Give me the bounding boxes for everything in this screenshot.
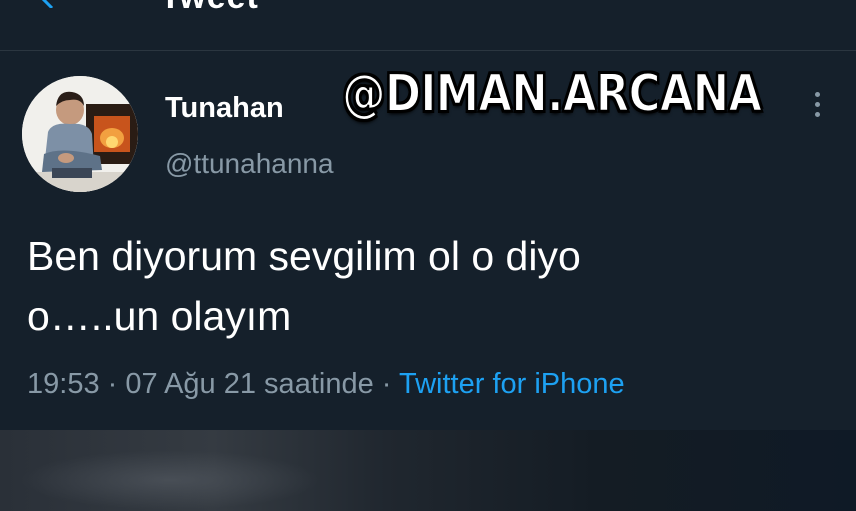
meta-separator: · xyxy=(107,368,118,400)
watermark-text: @DIMAN.ARCANA xyxy=(341,63,763,125)
tweet-detail-screen: Tweet Tunahan @ttunahanna @DIMAN.ARCANA … xyxy=(0,0,856,511)
tweet-date[interactable]: 07 Ağu 21 saatinde xyxy=(125,368,373,400)
blurred-bottom-area xyxy=(0,430,856,511)
avatar[interactable] xyxy=(22,76,138,192)
page-title: Tweet xyxy=(160,0,259,17)
tweet-text-line: o…..un olayım xyxy=(27,293,292,339)
tweet-text: Ben diyorum sevgilim ol o diyo o…..un ol… xyxy=(27,226,827,346)
top-nav-bar: Tweet xyxy=(0,0,856,51)
tweet-text-line: Ben diyorum sevgilim ol o diyo xyxy=(27,233,581,279)
tweet-time[interactable]: 19:53 xyxy=(27,368,100,400)
meta-separator: · xyxy=(381,368,392,400)
vertical-ellipsis-icon[interactable] xyxy=(806,92,828,128)
arrow-left-icon[interactable] xyxy=(38,0,60,8)
author-name[interactable]: Tunahan xyxy=(165,92,284,125)
blur-glow xyxy=(20,450,320,510)
avatar-photo xyxy=(22,76,138,192)
author-handle[interactable]: @ttunahanna xyxy=(165,148,334,180)
tweet-meta: 19:53 · 07 Ağu 21 saatinde · Twitter for… xyxy=(27,368,625,401)
tweet-source-link[interactable]: Twitter for iPhone xyxy=(399,368,625,400)
